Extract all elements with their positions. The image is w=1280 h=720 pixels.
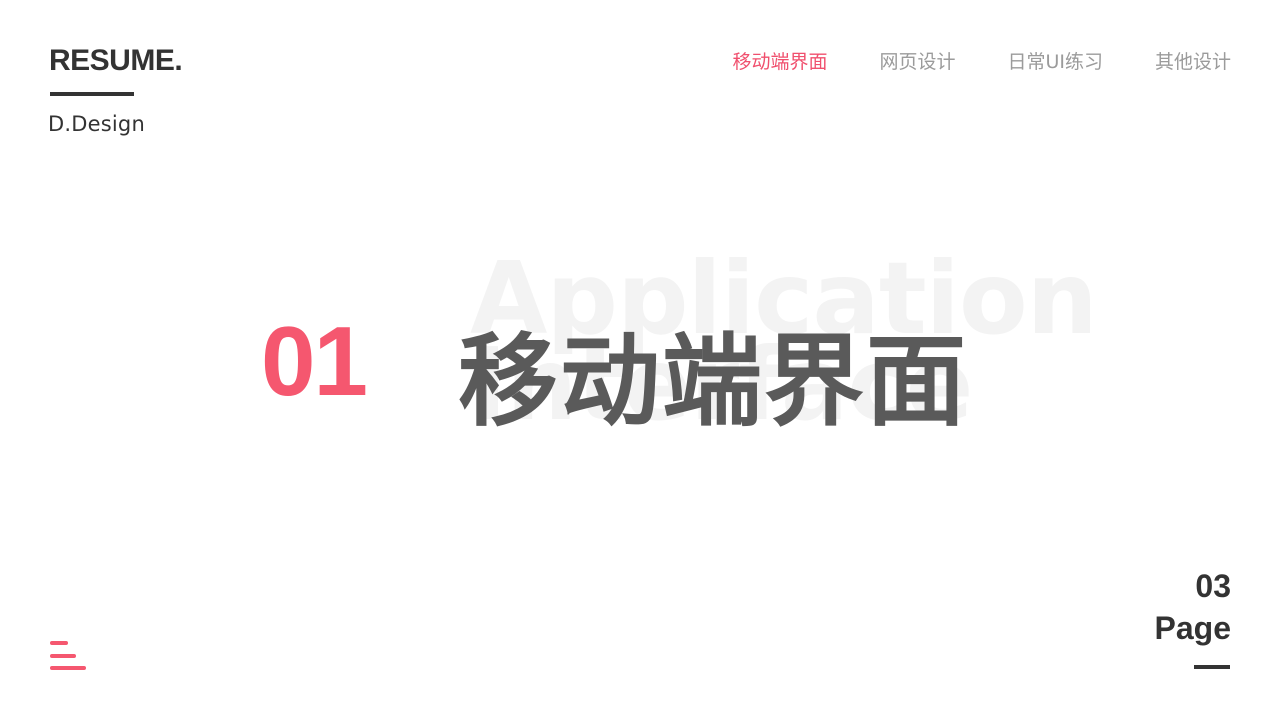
page-number: 03 <box>1195 568 1231 604</box>
section-number: 01 <box>261 306 368 416</box>
section-title: 移动端界面 <box>458 323 968 440</box>
brand-title: RESUME. <box>49 44 183 77</box>
nav-item-daily-ui[interactable]: 日常UI练习 <box>1007 49 1103 75</box>
resume-page: RESUME. D.Design 移动端界面 网页设计 日常UI练习 其他设计 … <box>0 0 1280 720</box>
menu-icon[interactable] <box>50 641 88 671</box>
top-nav: 移动端界面 网页设计 日常UI练习 其他设计 <box>732 49 1231 75</box>
page-underline <box>1194 665 1230 669</box>
brand-underline <box>50 92 134 96</box>
page-label: Page <box>1154 610 1231 646</box>
brand-subtitle: D.Design <box>48 112 145 136</box>
nav-item-mobile-ui[interactable]: 移动端界面 <box>732 49 827 75</box>
nav-item-web-design[interactable]: 网页设计 <box>879 49 955 75</box>
nav-item-other-design[interactable]: 其他设计 <box>1155 49 1231 75</box>
